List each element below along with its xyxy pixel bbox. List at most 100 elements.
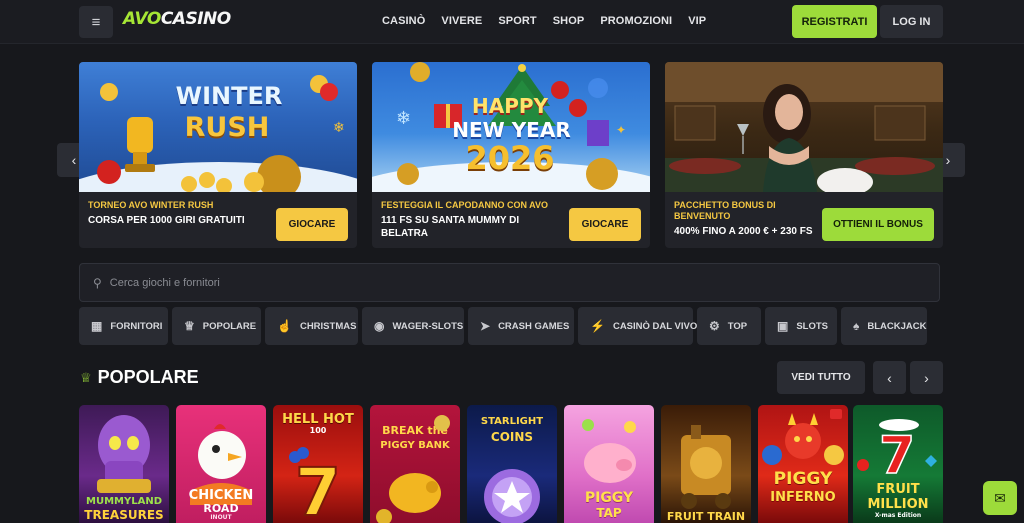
support-chat-button[interactable]: ✉ — [983, 481, 1017, 515]
promo-card-welcome-bonus[interactable]: PACCHETTO BONUS DI BENVENUTO 400% FINO A… — [665, 62, 943, 248]
game6-line1: PIGGY — [584, 490, 634, 506]
category-wager-slots[interactable]: ◉ WAGER-SLOTS — [362, 307, 464, 345]
game-tile-mummyland[interactable]: MUMMYLAND TREASURES — [79, 405, 169, 523]
promo3-bonus-button[interactable]: OTTIENI IL BONUS — [822, 208, 934, 241]
nav-sport[interactable]: SPORT — [498, 15, 536, 27]
login-button[interactable]: LOG IN — [880, 5, 943, 38]
category-label: TOP — [727, 320, 748, 332]
category-label: WAGER-SLOTS — [392, 320, 464, 332]
chevron-left-icon: ‹ — [887, 369, 892, 386]
svg-text:7: 7 — [879, 426, 915, 486]
chips-icon: ◉ — [374, 319, 385, 333]
menu-button[interactable]: ≡ — [79, 6, 113, 38]
nav-vivere[interactable]: VIVERE — [441, 15, 482, 27]
nav-casino[interactable]: CASINÒ — [382, 15, 425, 27]
category-label: CRASH GAMES — [498, 320, 570, 332]
logo[interactable]: AVOCASINO — [123, 9, 231, 29]
promo1-caption: TORNEO AVO WINTER RUSH CORSA PER 1000 GI… — [88, 200, 268, 227]
promo2-caption: FESTEGGIA IL CAPODANNO CON AVO 111 FS SU… — [381, 200, 561, 240]
category-label: BLACKJACK — [867, 320, 927, 332]
promo1-art-line1: WINTER — [175, 82, 283, 110]
category-label: CASINÒ DAL VIVO — [612, 320, 698, 332]
nav-vip[interactable]: VIP — [688, 15, 706, 27]
category-label: CHRISTMAS — [299, 320, 357, 332]
search-bar[interactable]: ⚲ — [79, 263, 940, 302]
nav-shop[interactable]: SHOP — [553, 15, 585, 27]
promo1-art-line2: RUSH — [184, 112, 270, 143]
game-tile-piggy-tap[interactable]: PIGGY TAP — [564, 405, 654, 523]
star-coin-illustration — [484, 469, 540, 523]
category-popolare[interactable]: ♕ POPOLARE — [172, 307, 261, 345]
promo1-subtitle: TORNEO AVO WINTER RUSH — [88, 200, 214, 210]
game6-line2: TAP — [596, 506, 622, 520]
crown-icon: ♕ — [80, 369, 92, 385]
promo2-play-button[interactable]: GIOCARE — [569, 208, 641, 241]
search-icon: ⚲ — [93, 275, 102, 290]
promo-card-winter-rush[interactable]: ❄ WINTER RUSH TORNEO AVO WINTER RUSH COR… — [79, 62, 357, 248]
game1-line1: MUMMYLAND — [86, 496, 162, 507]
grid-icon: ▦ — [91, 319, 103, 333]
game8-line2: INFERNO — [770, 490, 836, 505]
game-tile-fruit-train[interactable]: FRUIT TRAIN — [661, 405, 751, 523]
promo1-play-button[interactable]: GIOCARE — [276, 208, 348, 241]
see-all-button[interactable]: VEDI TUTTO — [777, 361, 865, 394]
game7-line1: FRUIT TRAIN — [666, 510, 746, 523]
promo2-art-line3: 2026 — [465, 139, 555, 177]
main-nav: CASINÒ VIVERE SPORT SHOP PROMOZIONI VIP — [382, 15, 722, 27]
section-header-popolare: ♕ POPOLARE — [80, 367, 199, 388]
seven-illustration: 7 — [289, 447, 342, 523]
category-label: FORNITORI — [110, 320, 163, 332]
svg-text:7: 7 — [295, 454, 341, 523]
chat-bubble-icon: ✉ — [994, 489, 1006, 506]
casino-hostess-illustration — [665, 62, 943, 192]
category-casino-live[interactable]: ⚡ CASINÒ DAL VIVO — [578, 307, 697, 345]
nav-promozioni[interactable]: PROMOZIONI — [600, 15, 672, 27]
rocket-icon: ➤ — [480, 319, 491, 333]
crown-icon: ♕ — [184, 319, 195, 333]
promo2-subtitle: FESTEGGIA IL CAPODANNO CON AVO — [381, 200, 549, 210]
category-label: POPOLARE — [202, 320, 257, 332]
section-title: POPOLARE — [97, 367, 199, 387]
svg-text:❄: ❄ — [333, 119, 345, 135]
game-tile-break-piggy-bank[interactable]: BREAK the PIGGY BANK — [370, 405, 460, 523]
game-tile-hell-hot[interactable]: HELL HOT 100 7 — [273, 405, 363, 523]
games-next-button[interactable]: › — [910, 361, 943, 394]
promo2-art-line1: HAPPY — [471, 94, 548, 118]
lightning-icon: ⚡ — [590, 319, 605, 333]
game-tile-starlight-coins[interactable]: STARLIGHT COINS — [467, 405, 557, 523]
game2-line3: INOUT — [210, 514, 232, 521]
register-button[interactable]: REGISTRATI — [792, 5, 877, 38]
svg-text:❄: ❄ — [396, 108, 411, 128]
games-prev-button[interactable]: ‹ — [873, 361, 906, 394]
promo3-subtitle: PACCHETTO BONUS DI BENVENUTO — [674, 200, 776, 221]
hand-icon: ☝ — [277, 319, 292, 333]
game9-line1: FRUIT — [876, 482, 920, 497]
category-blackjack[interactable]: ♠ BLACKJACK — [841, 307, 927, 345]
slots-icon: ▣ — [777, 319, 789, 333]
logo-part1: AVO — [123, 9, 161, 29]
promo1-title: CORSA PER 1000 GIRI GRATUITI — [88, 215, 245, 226]
game1-line2: TREASURES — [84, 508, 164, 522]
game9-line3: X-mas Edition — [874, 512, 922, 519]
chevron-right-icon: › — [945, 152, 951, 168]
devil-pig-illustration — [762, 409, 844, 465]
category-christmas[interactable]: ☝ CHRISTMAS — [265, 307, 358, 345]
promo-card-new-year[interactable]: ❄ ✦ HAPPY NEW YEAR 2026 FESTEGGIA IL CAP… — [372, 62, 650, 248]
category-fornitori[interactable]: ▦ FORNITORI — [79, 307, 168, 345]
promo2-title: 111 FS SU SANTA MUMMY DI BELATRA — [381, 215, 520, 239]
game-tile-chicken-road[interactable]: CHICKEN ROAD INOUT — [176, 405, 266, 523]
page: ≡ AVOCASINO CASINÒ VIVERE SPORT SHOP PRO… — [0, 0, 1024, 523]
train-illustration — [681, 425, 731, 509]
chevron-right-icon: › — [924, 369, 929, 386]
category-crash-games[interactable]: ➤ CRASH GAMES — [468, 307, 574, 345]
game-tile-fruit-million[interactable]: 7 FRUIT MILLION X-mas Edition — [853, 405, 943, 523]
category-top[interactable]: ⚙ TOP — [697, 307, 761, 345]
game9-line2: MILLION — [867, 497, 929, 512]
promo2-art-line2: NEW YEAR — [452, 118, 571, 142]
game8-line1: PIGGY — [773, 469, 833, 489]
category-slots[interactable]: ▣ SLOTS — [765, 307, 837, 345]
game-tile-piggy-inferno[interactable]: PIGGY INFERNO — [758, 405, 848, 523]
search-input[interactable] — [109, 276, 810, 289]
chevron-left-icon: ‹ — [71, 152, 77, 168]
promo-banner-image: ❄ WINTER RUSH — [79, 62, 357, 192]
